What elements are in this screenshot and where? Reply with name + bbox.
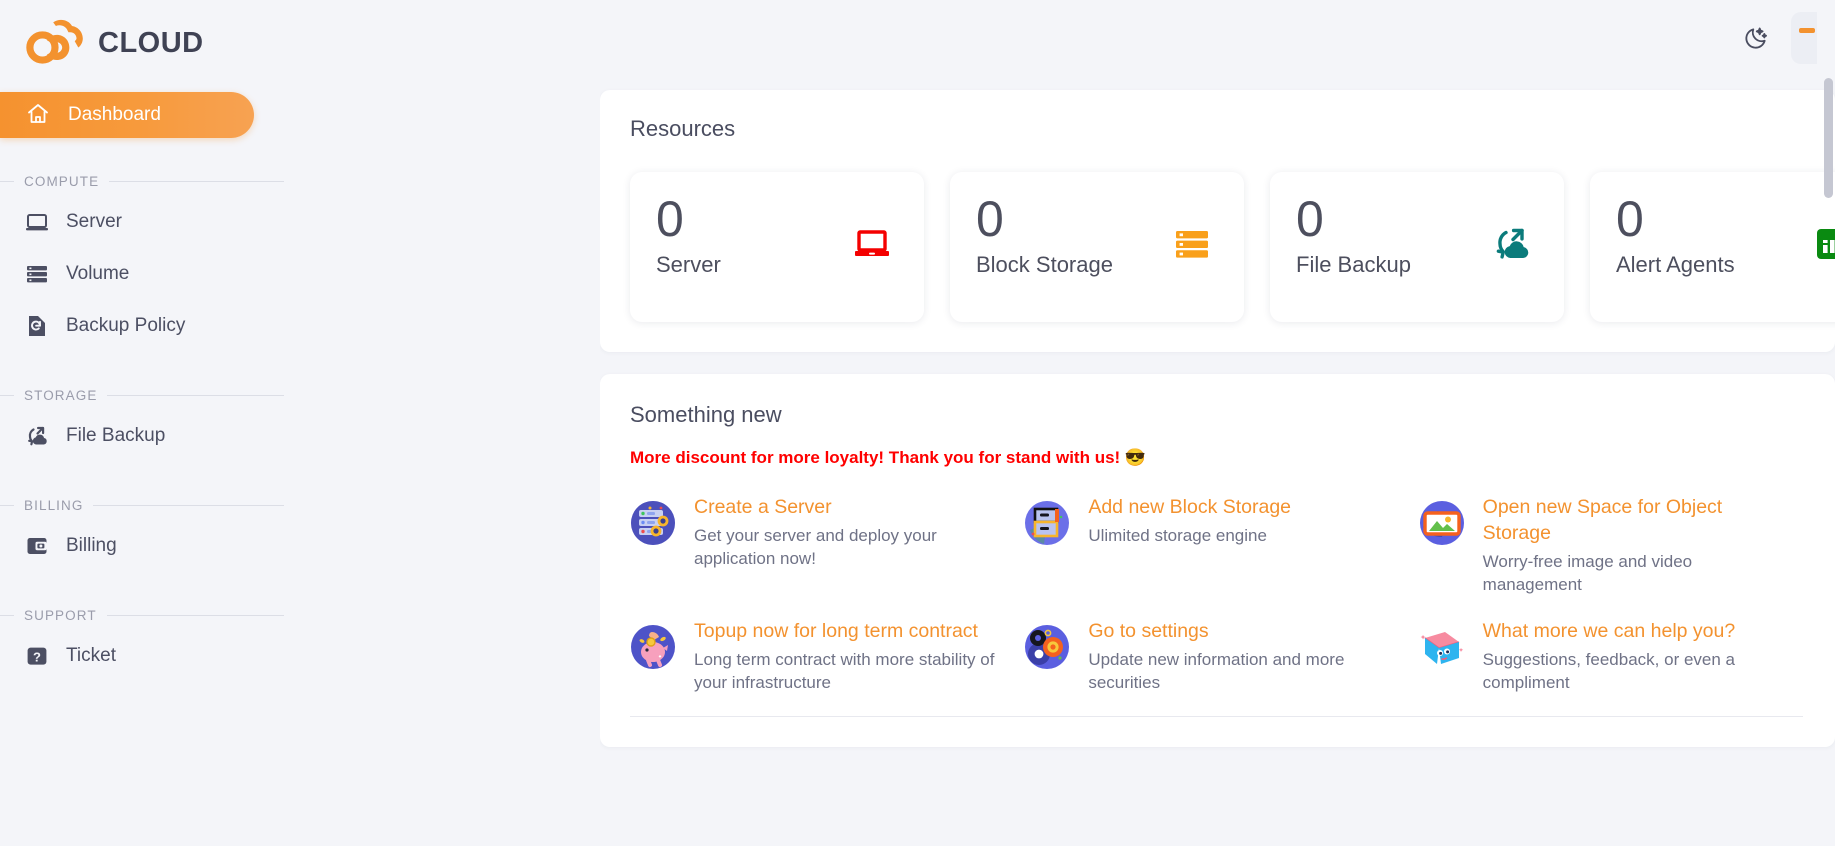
scroll-region: Resources 0 Server 0 Block Storage 0 Fil… (600, 76, 1835, 846)
svg-text:?: ? (33, 649, 41, 664)
section-title: BILLING (24, 497, 84, 513)
announcement-text: More discount for more loyalty! Thank yo… (630, 448, 1147, 467)
promo-title: Create a Server (694, 496, 832, 518)
wallet-icon (24, 533, 50, 559)
sidebar: CLOUD Dashboard COMPUTE Server Volume Ba… (0, 0, 300, 846)
promo-desc: Suggestions, feedback, or even a complim… (1482, 650, 1735, 692)
gears-illustration-icon (1024, 624, 1070, 670)
resource-card-alert-agents[interactable]: 0 Alert Agents (1590, 172, 1835, 322)
promo-desc: Ulimited storage engine (1088, 526, 1267, 545)
promo-open-new-space-object-storage[interactable]: Open new Space for Object Storage Worry-… (1419, 494, 1803, 596)
cloud-sync-icon (1490, 222, 1534, 266)
vertical-scrollbar[interactable] (1824, 78, 1833, 198)
section-divider (630, 716, 1803, 717)
section-rule-right (93, 504, 284, 506)
sidebar-item-label: Billing (66, 535, 117, 556)
app-root: CLOUD Dashboard COMPUTE Server Volume Ba… (0, 0, 1835, 846)
resource-card-file-backup[interactable]: 0 File Backup (1270, 172, 1564, 322)
promo-what-more-we-can-help[interactable]: What more we can help you? Suggestions, … (1419, 618, 1803, 694)
question-box-icon: ? (24, 643, 50, 669)
file-restore-icon (24, 313, 50, 339)
sidebar-item-label: Backup Policy (66, 315, 186, 336)
resource-count: 0 (1616, 191, 1644, 247)
topbar (300, 0, 1835, 76)
sidebar-section-billing: BILLING (0, 496, 300, 514)
chart-bars-icon (1810, 222, 1835, 266)
sidebar-item-label: Volume (66, 263, 130, 284)
laptop-icon (850, 222, 894, 266)
brand[interactable]: CLOUD (0, 4, 300, 82)
brand-name: CLOUD (98, 26, 204, 59)
promo-title: What more we can help you? (1482, 620, 1736, 642)
sidebar-item-label: Dashboard (68, 104, 161, 125)
laptop-icon (24, 209, 50, 235)
block-storage-illustration-icon (1024, 500, 1070, 546)
promo-desc: Long term contract with more stability o… (694, 650, 995, 692)
sidebar-item-ticket[interactable]: ? Ticket (0, 630, 300, 682)
resources-panel: Resources 0 Server 0 Block Storage 0 Fil… (600, 90, 1835, 352)
promo-add-new-block-storage[interactable]: Add new Block Storage Ulimited storage e… (1024, 494, 1408, 596)
server-stack-icon (24, 261, 50, 287)
section-title: Something new (630, 402, 782, 427)
something-new-panel: Something new More discount for more loy… (600, 374, 1835, 747)
section-rule-left (0, 504, 14, 506)
section-title: STORAGE (24, 387, 98, 403)
sidebar-item-file-backup[interactable]: File Backup (0, 410, 300, 462)
storage-bars-icon (1170, 222, 1214, 266)
section-rule-right (109, 180, 284, 182)
home-icon (26, 102, 52, 128)
sidebar-section-compute: COMPUTE (0, 172, 300, 190)
piggy-bank-illustration-icon (630, 624, 676, 670)
avatar[interactable] (1791, 12, 1817, 64)
section-rule-left (0, 394, 14, 396)
promo-go-to-settings[interactable]: Go to settings Update new information an… (1024, 618, 1408, 694)
moon-icon[interactable] (1739, 21, 1773, 55)
sidebar-item-label: File Backup (66, 425, 166, 446)
section-rule-left (0, 180, 14, 182)
sidebar-section-support: SUPPORT (0, 606, 300, 624)
promo-title: Open new Space for Object Storage (1482, 496, 1723, 544)
sidebar-item-dashboard[interactable]: Dashboard (0, 92, 254, 138)
mailbox-illustration-icon (1419, 624, 1465, 670)
section-rule-right (107, 394, 284, 396)
promo-title: Go to settings (1088, 620, 1209, 642)
main-area: Resources 0 Server 0 Block Storage 0 Fil… (300, 0, 1835, 846)
sidebar-item-label: Ticket (66, 645, 116, 666)
page-title: Resources (630, 116, 736, 141)
photo-frame-illustration-icon (1419, 500, 1465, 546)
section-rule-right (106, 614, 284, 616)
sidebar-item-server[interactable]: Server (0, 196, 300, 248)
section-title: SUPPORT (24, 607, 97, 623)
resource-name: Alert Agents (1616, 252, 1735, 277)
sidebar-item-backup-policy[interactable]: Backup Policy (0, 300, 300, 352)
section-title: COMPUTE (24, 173, 100, 189)
resource-card-block-storage[interactable]: 0 Block Storage (950, 172, 1244, 322)
sidebar-item-billing[interactable]: Billing (0, 520, 300, 572)
promo-grid: Create a Server Get your server and depl… (630, 494, 1803, 694)
resource-card-server[interactable]: 0 Server (630, 172, 924, 322)
promo-topup-long-term-contract[interactable]: Topup now for long term contract Long te… (630, 618, 1014, 694)
resource-card-list: 0 Server 0 Block Storage 0 File Backup 0… (630, 172, 1835, 322)
promo-desc: Get your server and deploy your applicat… (694, 526, 937, 568)
promo-title: Add new Block Storage (1088, 496, 1292, 518)
sidebar-item-volume[interactable]: Volume (0, 248, 300, 300)
section-rule-left (0, 614, 14, 616)
promo-title: Topup now for long term contract (694, 620, 978, 642)
sidebar-item-label: Server (66, 211, 122, 232)
cloud-sync-icon (24, 423, 50, 449)
promo-desc: Worry-free image and video management (1482, 552, 1693, 594)
sidebar-section-storage: STORAGE (0, 386, 300, 404)
promo-desc: Update new information and more securiti… (1088, 650, 1345, 692)
cloud-infinity-logo-icon (26, 17, 84, 69)
promo-create-a-server[interactable]: Create a Server Get your server and depl… (630, 494, 1014, 596)
server-rack-illustration-icon (630, 500, 676, 546)
